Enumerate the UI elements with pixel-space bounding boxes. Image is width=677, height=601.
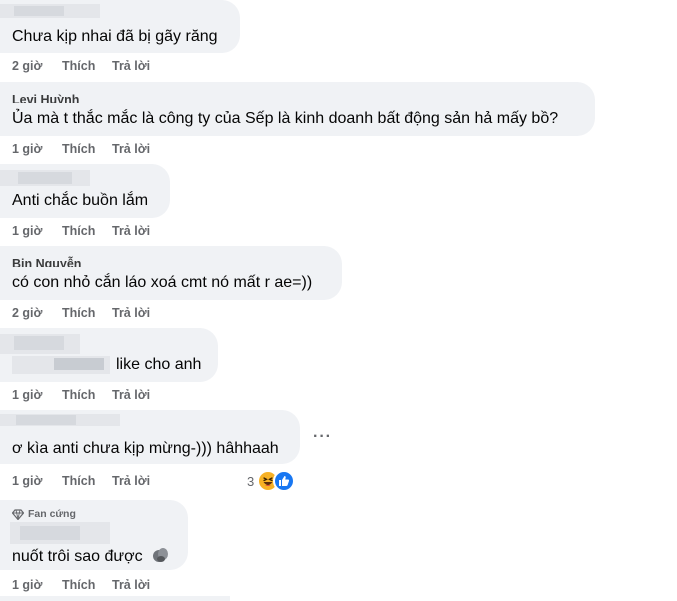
comment-time[interactable]: 1 giờ bbox=[12, 578, 62, 592]
comment-actions: 1 giờ Thích Trả lời bbox=[12, 142, 150, 156]
comment-text-content: nuốt trôi sao được bbox=[12, 548, 143, 565]
comment-time[interactable]: 1 giờ bbox=[12, 474, 62, 488]
comment-text: có con nhỏ cắn láo xoá cmt nó mất r ae=)… bbox=[12, 274, 313, 291]
comment-text: Ủa mà t thắc mắc là công ty của Sếp là k… bbox=[12, 110, 559, 127]
comment-bubble: Levi Huỳnh Ủa mà t thắc mắc là công ty c… bbox=[0, 82, 595, 136]
reaction-count: 3 bbox=[247, 473, 255, 489]
comment-bubble: Fan cứng nuốt trôi sao được bbox=[0, 500, 188, 570]
comment-bubble: like cho anh bbox=[0, 328, 218, 382]
comment-time[interactable]: 1 giờ bbox=[12, 224, 62, 238]
reply-link[interactable]: Trả lời bbox=[112, 578, 150, 592]
comment-actions: 1 giờ Thích Trả lời bbox=[12, 224, 150, 238]
reply-link[interactable]: Trả lời bbox=[112, 224, 150, 238]
diamond-icon bbox=[12, 508, 24, 520]
blurred-author-name bbox=[20, 526, 80, 540]
comment-text: nuốt trôi sao được bbox=[12, 546, 169, 569]
blurred-mention bbox=[54, 358, 104, 370]
badge-label: Fan cứng bbox=[28, 508, 76, 520]
comment-bubble: Anti chắc buồn lắm bbox=[0, 164, 170, 218]
more-options-icon[interactable]: ··· bbox=[313, 428, 332, 446]
comment-text: ơ kìa anti chưa kịp mừng-))) hâhhaah bbox=[12, 440, 279, 457]
comment-actions: 1 giờ Thích Trả lời bbox=[12, 578, 150, 592]
comment-time[interactable]: 2 giờ bbox=[12, 306, 62, 320]
like-link[interactable]: Thích bbox=[62, 388, 112, 402]
sad-face-emoji-icon bbox=[151, 546, 169, 569]
reaction-summary[interactable]: 3 bbox=[247, 470, 296, 492]
comment-bubble: ơ kìa anti chưa kịp mừng-))) hâhhaah bbox=[0, 410, 300, 464]
reply-link[interactable]: Trả lời bbox=[112, 388, 150, 402]
comment-actions: 1 giờ Thích Trả lời bbox=[12, 474, 150, 488]
comment-actions: 2 giờ Thích Trả lời bbox=[12, 59, 150, 73]
comment-text: Chưa kịp nhai đã bị gãy răng bbox=[12, 28, 218, 45]
reply-link[interactable]: Trả lời bbox=[112, 306, 150, 320]
reply-link[interactable]: Trả lời bbox=[112, 474, 150, 488]
reply-link[interactable]: Trả lời bbox=[112, 59, 150, 73]
blurred-author-name bbox=[18, 172, 72, 184]
comment-time[interactable]: 2 giờ bbox=[12, 59, 62, 73]
top-fan-badge: Fan cứng bbox=[12, 508, 76, 520]
blurred-author-name bbox=[14, 336, 64, 350]
next-comment-edge bbox=[0, 596, 677, 601]
like-reaction-icon bbox=[273, 470, 296, 492]
comment-bubble: Chưa kịp nhai đã bị gãy răng bbox=[0, 0, 240, 53]
comment-time[interactable]: 1 giờ bbox=[12, 142, 62, 156]
author-name[interactable]: Bin Nguyễn bbox=[12, 256, 81, 267]
comment-bubble: Bin Nguyễn có con nhỏ cắn láo xoá cmt nó… bbox=[0, 246, 342, 300]
like-link[interactable]: Thích bbox=[62, 306, 112, 320]
blurred-author-name bbox=[16, 415, 76, 425]
like-link[interactable]: Thích bbox=[62, 142, 112, 156]
comment-text: Anti chắc buồn lắm bbox=[12, 192, 149, 209]
comment-actions: 1 giờ Thích Trả lời bbox=[12, 388, 150, 402]
like-link[interactable]: Thích bbox=[62, 474, 112, 488]
author-name[interactable]: Levi Huỳnh bbox=[12, 92, 79, 103]
comment-text: like cho anh bbox=[116, 356, 202, 373]
comment-time[interactable]: 1 giờ bbox=[12, 388, 62, 402]
comment-actions: 2 giờ Thích Trả lời bbox=[12, 306, 150, 320]
like-link[interactable]: Thích bbox=[62, 59, 112, 73]
like-link[interactable]: Thích bbox=[62, 224, 112, 238]
reply-link[interactable]: Trả lời bbox=[112, 142, 150, 156]
like-link[interactable]: Thích bbox=[62, 578, 112, 592]
blurred-author-name bbox=[14, 6, 64, 16]
